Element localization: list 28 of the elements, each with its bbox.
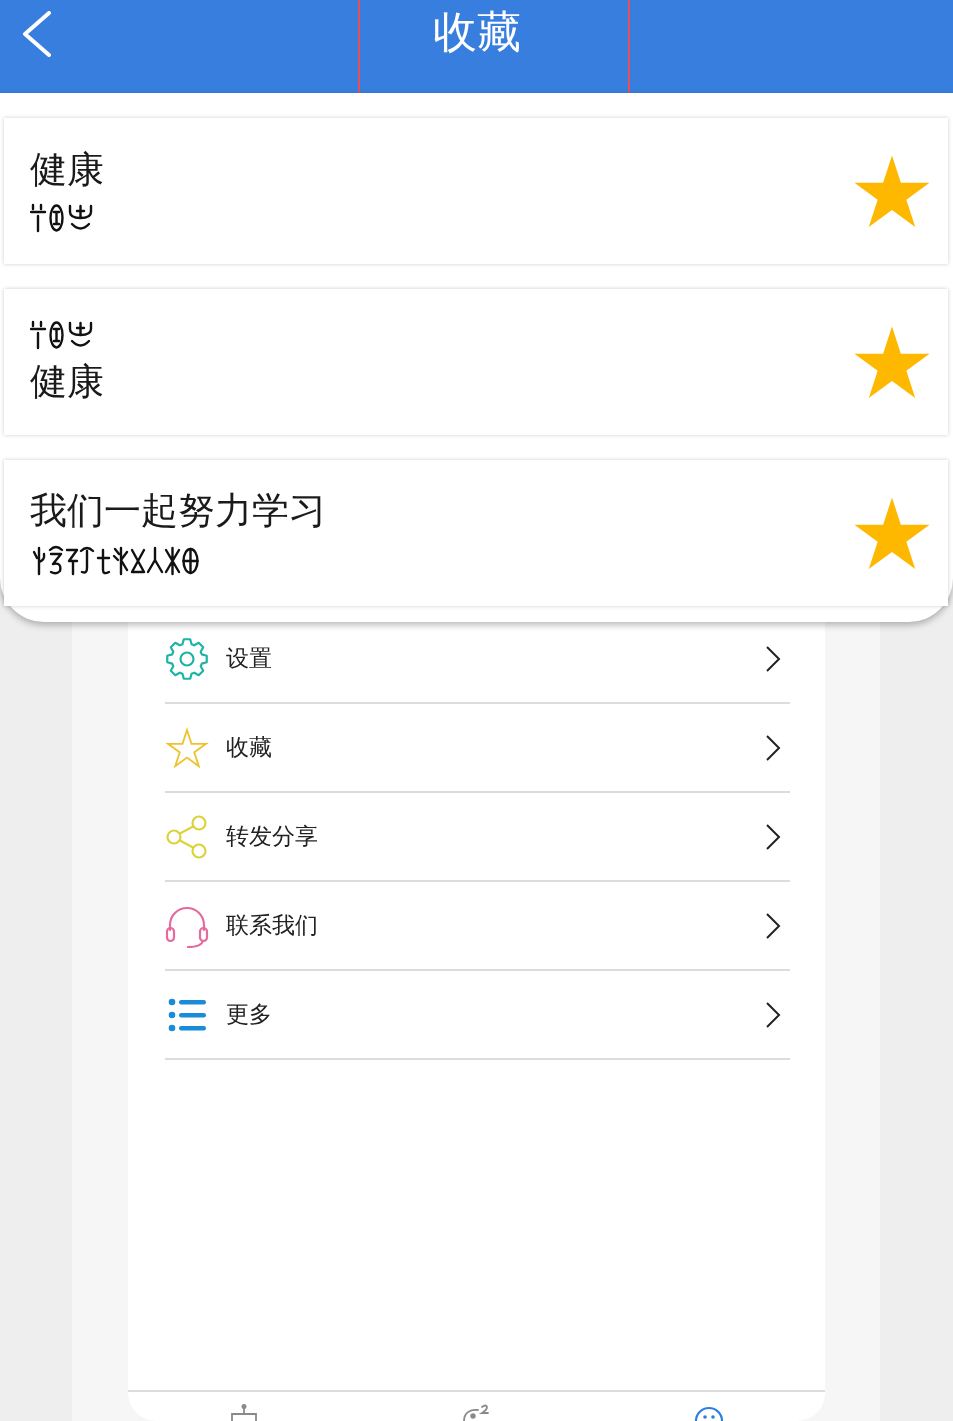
chevron-right-icon <box>765 822 781 851</box>
favorite-card[interactable]: 健康 <box>4 118 948 264</box>
share-icon <box>165 814 209 859</box>
tv-icon[interactable] <box>229 1404 260 1421</box>
menu-item[interactable]: 更多 <box>165 971 790 1060</box>
page-title: 收藏 <box>432 5 521 54</box>
favorite-title: 健康 <box>30 149 104 192</box>
menu-item[interactable]: 转发分享 <box>165 793 790 882</box>
favorite-card[interactable]: 健康 <box>4 289 948 435</box>
favorite-title: 我们一起努力学习 <box>30 490 326 533</box>
star-icon[interactable] <box>854 326 930 398</box>
menu-item[interactable]: 收藏 <box>165 704 790 793</box>
smiley-icon[interactable] <box>693 1404 724 1421</box>
favorite-title: 健康 <box>30 361 104 404</box>
chevron-right-icon <box>765 911 781 940</box>
chevron-right-icon <box>765 644 781 673</box>
chevron-right-icon <box>765 1000 781 1029</box>
script-word-drawing <box>30 320 94 351</box>
swirl-icon[interactable] <box>461 1404 492 1421</box>
chevron-right-icon <box>765 733 781 762</box>
script-word-drawing <box>30 202 94 233</box>
gear-icon <box>165 636 209 681</box>
chevron-left-icon <box>22 11 52 57</box>
back-button[interactable] <box>22 11 52 57</box>
star-icon[interactable] <box>854 497 930 569</box>
menu-item[interactable]: 联系我们 <box>165 882 790 971</box>
star-icon[interactable] <box>854 155 930 227</box>
favorite-card[interactable]: 我们一起努力学习 <box>4 460 948 606</box>
